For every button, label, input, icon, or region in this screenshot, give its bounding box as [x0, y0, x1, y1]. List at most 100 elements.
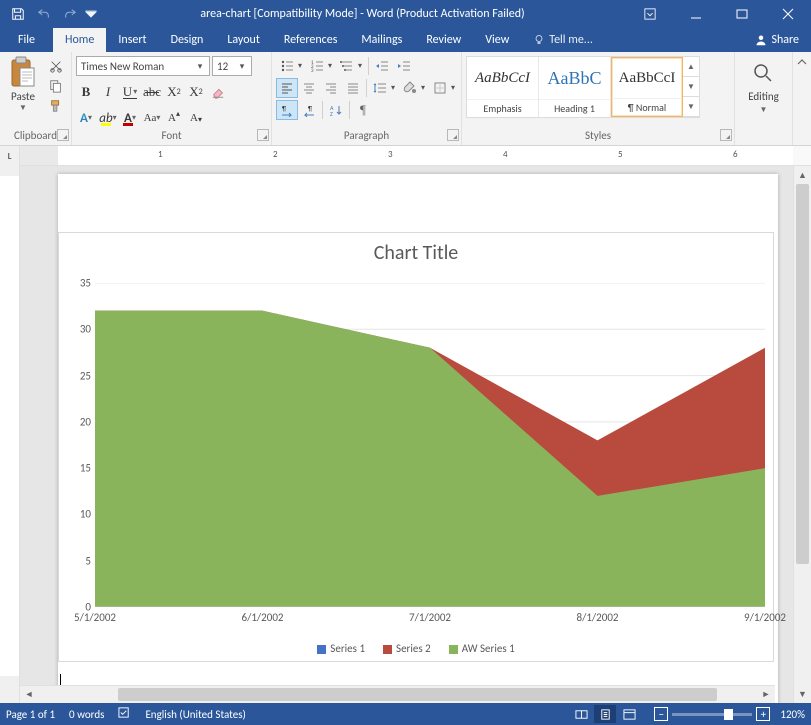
- chevron-down-icon[interactable]: ▾: [451, 78, 459, 98]
- zoom-slider[interactable]: [672, 713, 752, 716]
- bullets-button[interactable]: [276, 56, 298, 76]
- save-icon[interactable]: [6, 3, 30, 25]
- scroll-thumb-h[interactable]: [118, 688, 717, 701]
- zoom-level[interactable]: 120%: [780, 708, 805, 721]
- zoom-in-button[interactable]: +: [756, 707, 770, 721]
- tab-review[interactable]: Review: [414, 28, 473, 52]
- status-page[interactable]: Page 1 of 1: [6, 708, 55, 721]
- gallery-up-button[interactable]: ▲: [683, 57, 699, 77]
- superscript-button[interactable]: X2: [186, 82, 206, 102]
- zoom-out-button[interactable]: −: [654, 707, 668, 721]
- tab-home[interactable]: Home: [53, 28, 106, 52]
- tab-layout[interactable]: Layout: [215, 28, 272, 52]
- styles-dialog-launcher[interactable]: [720, 129, 732, 141]
- justify-button[interactable]: [342, 78, 364, 98]
- align-right-button[interactable]: [320, 78, 342, 98]
- numbering-button[interactable]: 123: [306, 56, 328, 76]
- share-button[interactable]: Share: [743, 28, 811, 52]
- grow-font-button[interactable]: A▴: [164, 108, 184, 128]
- line-spacing-button[interactable]: [369, 78, 391, 98]
- font-name-combo[interactable]: Times New Roman▾: [76, 56, 210, 76]
- chart-object[interactable]: Chart Title 05101520253035 5/1/20026/1/2…: [58, 232, 774, 662]
- clear-formatting-button[interactable]: [208, 82, 228, 102]
- gallery-more-button[interactable]: ▼: [683, 97, 699, 117]
- tab-insert[interactable]: Insert: [106, 28, 158, 52]
- ribbon-options-icon[interactable]: [627, 0, 673, 28]
- tab-mailings[interactable]: Mailings: [349, 28, 414, 52]
- shading-button[interactable]: [399, 78, 421, 98]
- underline-button[interactable]: U▾: [120, 82, 140, 102]
- bold-button[interactable]: B: [76, 82, 96, 102]
- chevron-down-icon[interactable]: ▾: [298, 56, 306, 76]
- clipboard-dialog-launcher[interactable]: [57, 129, 69, 141]
- borders-button[interactable]: [429, 78, 451, 98]
- paste-button[interactable]: Paste ▼: [4, 56, 42, 129]
- cut-button[interactable]: [46, 56, 66, 76]
- page[interactable]: Chart Title 05101520253035 5/1/20026/1/2…: [58, 174, 778, 703]
- qat-customize-icon[interactable]: [84, 3, 98, 25]
- font-size-combo[interactable]: 12▾: [212, 56, 252, 76]
- sort-button[interactable]: AZ: [325, 100, 347, 120]
- collapse-ribbon-button[interactable]: [793, 52, 811, 145]
- align-left-button[interactable]: [276, 78, 298, 98]
- style-emphasis[interactable]: AaBbCcI Emphasis: [467, 57, 539, 117]
- show-marks-button[interactable]: ¶: [352, 100, 374, 120]
- vertical-ruler[interactable]: [0, 166, 20, 703]
- align-center-button[interactable]: [298, 78, 320, 98]
- close-icon[interactable]: [765, 0, 811, 28]
- spelling-icon[interactable]: [118, 706, 131, 722]
- read-mode-button[interactable]: [570, 705, 592, 723]
- undo-icon[interactable]: [32, 3, 56, 25]
- text-effects-button[interactable]: A▾: [76, 108, 96, 128]
- vertical-scrollbar[interactable]: ▲ ▼: [793, 166, 811, 703]
- chevron-down-icon[interactable]: ▾: [358, 56, 366, 76]
- chevron-down-icon[interactable]: ▾: [391, 78, 399, 98]
- style-heading-1[interactable]: AaBbC Heading 1: [539, 57, 611, 117]
- format-painter-button[interactable]: [46, 96, 66, 116]
- tab-design[interactable]: Design: [159, 28, 216, 52]
- rtl-button[interactable]: ¶: [298, 100, 320, 120]
- paste-label: Paste: [11, 90, 35, 103]
- tab-selector[interactable]: L: [0, 146, 20, 166]
- status-language[interactable]: English (United States): [145, 708, 245, 721]
- zoom-slider-knob[interactable]: [724, 709, 733, 720]
- italic-button[interactable]: I: [98, 82, 118, 102]
- font-dialog-launcher[interactable]: [257, 129, 269, 141]
- paragraph-dialog-launcher[interactable]: [447, 129, 459, 141]
- subscript-button[interactable]: X2: [164, 82, 184, 102]
- document-scroll[interactable]: Chart Title 05101520253035 5/1/20026/1/2…: [20, 166, 793, 703]
- maximize-icon[interactable]: [719, 0, 765, 28]
- redo-icon[interactable]: [58, 3, 82, 25]
- lightbulb-icon: [533, 34, 545, 46]
- style-normal[interactable]: AaBbCcI ¶ Normal: [611, 57, 683, 117]
- scroll-right-button[interactable]: ►: [757, 686, 775, 703]
- status-words[interactable]: 0 words: [69, 708, 104, 721]
- gallery-down-button[interactable]: ▼: [683, 77, 699, 97]
- print-layout-button[interactable]: [594, 705, 616, 723]
- multilevel-list-button[interactable]: [336, 56, 358, 76]
- change-case-button[interactable]: Aa▾: [142, 108, 162, 128]
- chevron-down-icon[interactable]: ▾: [421, 78, 429, 98]
- shrink-font-button[interactable]: A▾: [186, 108, 206, 128]
- scroll-up-button[interactable]: ▲: [794, 166, 811, 184]
- horizontal-scrollbar[interactable]: ◄ ►: [20, 685, 775, 703]
- increase-indent-button[interactable]: [393, 56, 415, 76]
- ltr-button[interactable]: ¶: [276, 100, 298, 120]
- tell-me-search[interactable]: Tell me...: [521, 28, 605, 52]
- horizontal-ruler[interactable]: 1 2 3 4 5 6: [20, 146, 811, 165]
- scroll-thumb-v[interactable]: [796, 184, 809, 564]
- scroll-down-button[interactable]: ▼: [794, 685, 811, 703]
- minimize-icon[interactable]: [673, 0, 719, 28]
- web-layout-button[interactable]: [618, 705, 640, 723]
- tab-references[interactable]: References: [272, 28, 350, 52]
- strikethrough-button[interactable]: abc: [142, 82, 162, 102]
- highlight-button[interactable]: ab▾: [98, 108, 118, 128]
- editing-button[interactable]: Editing ▼: [744, 56, 783, 117]
- tab-file[interactable]: File: [0, 28, 53, 52]
- decrease-indent-button[interactable]: [371, 56, 393, 76]
- copy-button[interactable]: [46, 76, 66, 96]
- tab-view[interactable]: View: [473, 28, 521, 52]
- scroll-left-button[interactable]: ◄: [20, 686, 38, 703]
- chevron-down-icon[interactable]: ▾: [328, 56, 336, 76]
- font-color-button[interactable]: A▾: [120, 108, 140, 128]
